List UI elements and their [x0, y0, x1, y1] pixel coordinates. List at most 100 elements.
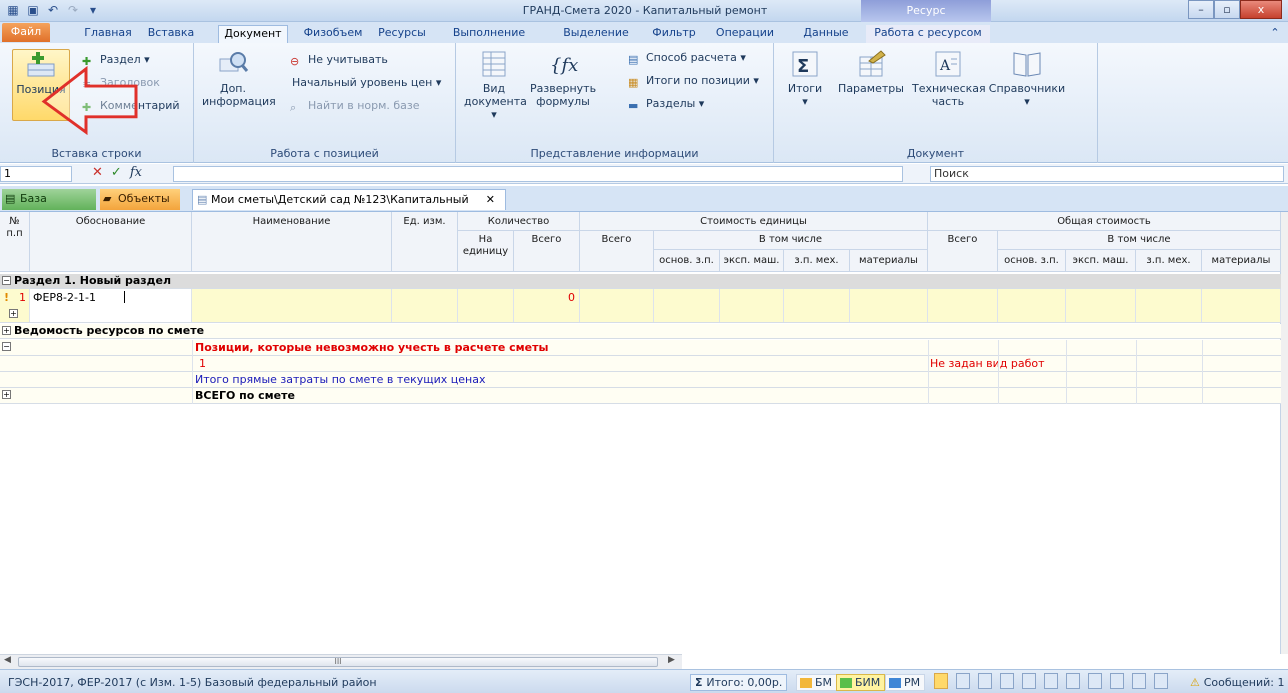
view-mode-icon[interactable]: [1110, 673, 1124, 689]
document-tabs: ▤ База ▰ Объекты ▤ Мои сметы\Детский сад №1…: [0, 186, 1288, 225]
resources-row[interactable]: + Ведомость ресурсов по смете: [0, 324, 1281, 339]
calc-method-button[interactable]: ▤ Способ расчета ▾: [628, 49, 746, 67]
totals-position-button[interactable]: ▦ Итоги по позиции ▾: [628, 72, 759, 90]
redo-icon[interactable]: ↷: [66, 3, 80, 17]
col-header-num[interactable]: № п.п: [0, 212, 30, 272]
horizontal-scrollbar[interactable]: ◀ III ▶: [0, 654, 682, 669]
col-header-total-materials[interactable]: материалы: [1202, 250, 1281, 272]
col-header-total-total[interactable]: Всего: [928, 231, 998, 272]
table-row[interactable]: ! 1 + ФЕР8-2-1-1 0: [0, 289, 1281, 323]
col-header-unit-incl[interactable]: В том числе: [654, 231, 928, 250]
messages-status[interactable]: ⚠ Сообщений: 1: [1190, 676, 1284, 689]
ignore-button[interactable]: ⊖ Не учитывать: [290, 51, 388, 69]
col-header-basis[interactable]: Обоснование: [30, 212, 192, 272]
confirm-edit-icon[interactable]: ✓: [111, 165, 122, 180]
col-header-unit-base-wage[interactable]: основ. з.п.: [654, 250, 720, 272]
tab-insert[interactable]: Вставка: [142, 25, 200, 43]
col-header-unit-cost[interactable]: Стоимость единицы: [580, 212, 928, 231]
cell-reference-field[interactable]: 1: [0, 166, 72, 182]
view-mode-icon[interactable]: [956, 673, 970, 689]
col-header-total-incl[interactable]: В том числе: [998, 231, 1281, 250]
sections-button[interactable]: ▬ Разделы ▾: [628, 95, 704, 113]
tab-file[interactable]: Файл: [2, 23, 50, 42]
rm-toggle[interactable]: РМ: [885, 674, 926, 691]
formula-input[interactable]: [173, 166, 903, 182]
col-header-unit-materials[interactable]: материалы: [850, 250, 928, 272]
cell-basis[interactable]: ФЕР8-2-1-1: [30, 289, 192, 322]
col-header-total-base-wage[interactable]: основ. з.п.: [998, 250, 1066, 272]
col-header-unit-total[interactable]: Всего: [580, 231, 654, 272]
col-header-unit-machines[interactable]: эксп. маш.: [720, 250, 784, 272]
tab-data[interactable]: Данные: [796, 25, 856, 43]
section-row[interactable]: − Раздел 1. Новый раздел: [0, 274, 1281, 289]
totals-button[interactable]: Σ Итоги ▾: [782, 49, 828, 108]
view-mode-icon[interactable]: [1154, 673, 1168, 689]
view-mode-icon[interactable]: [1088, 673, 1102, 689]
bm-toggle[interactable]: БМ: [796, 674, 838, 691]
col-header-name[interactable]: Наименование: [192, 212, 392, 272]
view-mode-icon[interactable]: [1132, 673, 1146, 689]
cell-unit[interactable]: [392, 289, 458, 322]
view-mode-icon[interactable]: [1044, 673, 1058, 689]
undo-icon[interactable]: ↶: [46, 3, 60, 17]
view-mode-icon[interactable]: [1022, 673, 1036, 689]
tab-resource-work[interactable]: Работа с ресурсом: [866, 25, 990, 43]
tab-operations[interactable]: Операции: [708, 25, 782, 43]
scroll-left-icon[interactable]: ◀: [4, 655, 11, 665]
total-status[interactable]: Σ Итого: 0,00р.: [690, 674, 788, 691]
col-header-unit[interactable]: Ед. изм.: [392, 212, 458, 272]
view-mode-icon[interactable]: [978, 673, 992, 689]
tab-resources[interactable]: Ресурсы: [368, 25, 436, 43]
app-logo-icon[interactable]: ▦: [6, 3, 20, 17]
view-mode-icon[interactable]: [934, 673, 948, 689]
expand-icon[interactable]: +: [9, 309, 18, 318]
find-norm-button[interactable]: ⌕ Найти в норм. базе: [290, 97, 420, 115]
collapse-icon[interactable]: −: [2, 276, 11, 285]
col-header-total-machines[interactable]: эксп. маш.: [1066, 250, 1136, 272]
expand-icon[interactable]: +: [2, 326, 11, 335]
col-header-total-mech-wage[interactable]: з.п. мех.: [1136, 250, 1202, 272]
close-tab-icon[interactable]: ✕: [486, 190, 495, 209]
extra-info-button[interactable]: Доп. информация: [202, 49, 276, 108]
col-header-unit-mech-wage[interactable]: з.п. мех.: [784, 250, 850, 272]
references-button[interactable]: Справочники ▾: [988, 49, 1066, 108]
save-icon[interactable]: ▣: [26, 3, 40, 17]
tab-objects[interactable]: ▰ Объекты: [100, 189, 180, 210]
price-level-dropdown[interactable]: Начальный уровень цен ▾: [292, 74, 441, 92]
collapse-icon[interactable]: −: [2, 342, 11, 351]
tab-document[interactable]: Документ: [218, 25, 288, 43]
search-input[interactable]: Поиск: [930, 166, 1284, 182]
tab-selection[interactable]: Выделение: [560, 25, 632, 43]
cell-qty-per[interactable]: [458, 289, 514, 322]
maximize-button[interactable]: ▫: [1214, 0, 1240, 19]
tech-part-button[interactable]: A Техническая часть: [912, 49, 986, 108]
function-icon[interactable]: fx: [130, 165, 142, 180]
view-mode-icon[interactable]: [1000, 673, 1014, 689]
close-button[interactable]: x: [1240, 0, 1282, 19]
bim-toggle[interactable]: БИМ: [836, 674, 886, 691]
col-header-qty[interactable]: Количество: [458, 212, 580, 231]
scroll-thumb[interactable]: III: [18, 657, 658, 667]
customize-qat-icon[interactable]: ▾: [86, 3, 100, 17]
expand-formulas-button[interactable]: {fx} Развернутьформулы: [530, 49, 596, 108]
tab-filter[interactable]: Фильтр: [646, 25, 702, 43]
cancel-edit-icon[interactable]: ✕: [92, 165, 103, 180]
cell-name[interactable]: [192, 289, 392, 322]
view-mode-icon[interactable]: [1066, 673, 1080, 689]
tab-estimate[interactable]: ▤ Мои сметы\Детский сад №123\Капитальный …: [192, 189, 506, 225]
tab-home[interactable]: Главная: [80, 25, 136, 43]
scroll-right-icon[interactable]: ▶: [668, 655, 675, 665]
tab-physvolume[interactable]: Физобъем: [298, 25, 368, 43]
col-header-total-cost[interactable]: Общая стоимость: [928, 212, 1281, 231]
minimize-button[interactable]: –: [1188, 0, 1214, 19]
params-button[interactable]: Параметры: [836, 49, 906, 95]
expand-icon[interactable]: +: [2, 390, 11, 399]
col-header-qty-per[interactable]: На единицу: [458, 231, 514, 272]
collapse-ribbon-icon[interactable]: ⌃: [1266, 25, 1284, 43]
doc-view-button[interactable]: Вид документа ▾: [464, 49, 527, 121]
cell-qty-total[interactable]: 0: [514, 289, 580, 322]
tab-execution[interactable]: Выполнение: [448, 25, 530, 43]
vertical-scrollbar[interactable]: [1281, 212, 1288, 654]
col-header-qty-total[interactable]: Всего: [514, 231, 580, 272]
tab-base[interactable]: ▤ База: [2, 189, 96, 210]
